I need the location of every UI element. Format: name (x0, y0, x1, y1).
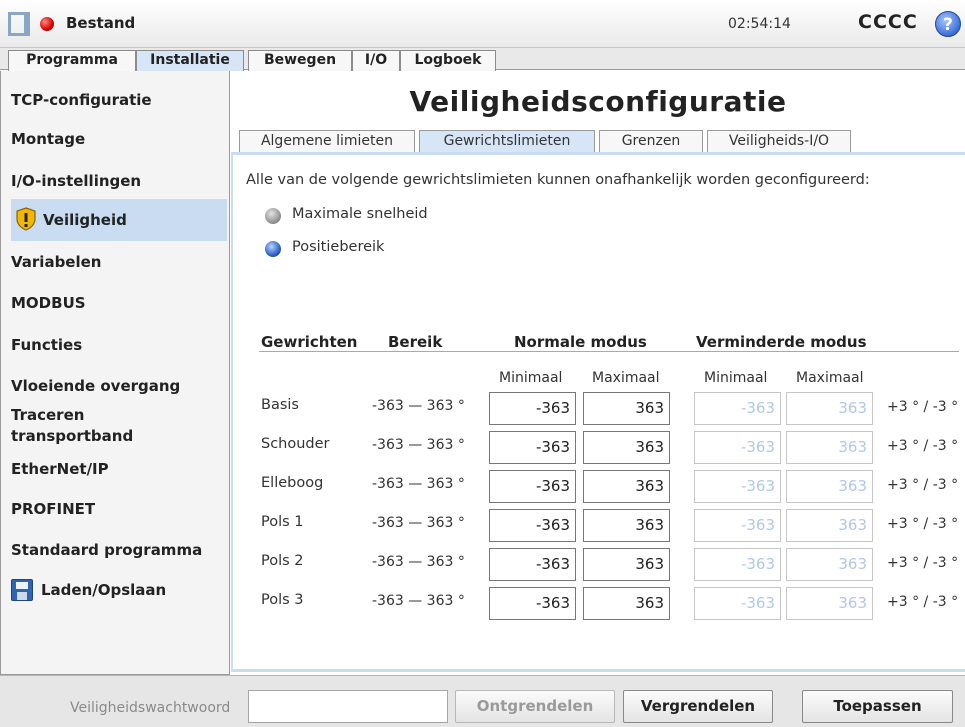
tolerance-label: +3 ° / -3 ° (887, 477, 959, 493)
joint-range: -363 — 363 ° (372, 476, 465, 492)
reduced-max-input: 363 (786, 470, 873, 503)
subheader-normal-min: Minimaal (499, 370, 563, 386)
status-dot-icon (40, 17, 54, 31)
reduced-max-input: 363 (786, 431, 873, 464)
tolerance-label: +3 ° / -3 ° (887, 594, 959, 610)
joint-label-elleboog: Elleboog (261, 475, 324, 491)
radio-label-position-range[interactable]: Positiebereik (292, 239, 384, 255)
sidebar-item-label: Veiligheid (43, 211, 127, 229)
joint-range: -363 — 363 ° (372, 515, 465, 531)
password-input[interactable] (248, 690, 448, 723)
file-name[interactable]: Bestand (66, 14, 135, 32)
subheader-normal-max: Maximaal (592, 370, 660, 386)
ur-logo (8, 12, 30, 36)
sidebar-item-profinet[interactable]: PROFINET (1, 500, 227, 518)
normal-max-input[interactable]: 363 (583, 392, 670, 425)
tab-gewrichtslimieten[interactable]: Gewrichtslimieten (419, 130, 595, 152)
tab-algemene-limieten[interactable]: Algemene limieten (239, 130, 415, 152)
subheader-reduced-min: Minimaal (704, 370, 768, 386)
page-title: Veiligheidsconfiguratie (409, 85, 787, 118)
radio-label-max-speed[interactable]: Maximale snelheid (292, 206, 428, 222)
apply-button[interactable]: Toepassen (802, 690, 953, 723)
sidebar-item-traceren-transportband[interactable]: Traceren transportband (1, 405, 141, 447)
tab-installatie[interactable]: Installatie (136, 50, 244, 71)
main-tab-bar: Programma Installatie Bewegen I/O Logboe… (0, 48, 965, 71)
normal-max-input[interactable]: 363 (583, 509, 670, 542)
joint-range: -363 — 363 ° (372, 398, 465, 414)
reduced-min-input: -363 (694, 392, 781, 425)
sidebar-item-veiligheid[interactable]: Veiligheid (11, 199, 227, 241)
clock: 02:54:14 (728, 16, 791, 32)
normal-max-input[interactable]: 363 (583, 431, 670, 464)
sidebar-item-montage[interactable]: Montage (1, 130, 227, 148)
tab-logboek[interactable]: Logboek (400, 50, 496, 71)
normal-min-input[interactable]: -363 (489, 509, 576, 542)
normal-max-input[interactable]: 363 (583, 470, 670, 503)
reduced-max-input: 363 (786, 509, 873, 542)
intro-text: Alle van de volgende gewrichtslimieten k… (246, 172, 870, 188)
column-header-normal-mode: Normale modus (514, 333, 647, 351)
reduced-min-input: -363 (694, 509, 781, 542)
sidebar-item-ethernet-ip[interactable]: EtherNet/IP (1, 460, 227, 478)
reduced-min-input: -363 (694, 470, 781, 503)
normal-max-input[interactable]: 363 (583, 548, 670, 581)
reduced-max-input: 363 (786, 392, 873, 425)
joint-range: -363 — 363 ° (372, 437, 465, 453)
tab-bewegen[interactable]: Bewegen (248, 50, 352, 71)
reduced-min-input: -363 (694, 548, 781, 581)
unlock-button[interactable]: Ontgrendelen (455, 690, 615, 723)
floppy-disk-icon (11, 579, 33, 601)
joint-range: -363 — 363 ° (372, 593, 465, 609)
sub-tab-bar: Algemene limieten Gewrichtslimieten Gren… (231, 128, 965, 152)
tolerance-label: +3 ° / -3 ° (887, 399, 959, 415)
sidebar-item-label: Laden/Opslaan (41, 581, 167, 599)
sidebar-item-vloeiende-overgang[interactable]: Vloeiende overgang (1, 377, 227, 395)
reduced-min-input: -363 (694, 431, 781, 464)
normal-min-input[interactable]: -363 (489, 431, 576, 464)
lock-button[interactable]: Vergrendelen (623, 690, 773, 723)
joint-label-basis: Basis (261, 397, 299, 413)
joint-label-pols-3: Pols 3 (261, 592, 304, 608)
column-header-reduced-mode: Verminderde modus (696, 333, 867, 351)
tolerance-label: +3 ° / -3 ° (887, 516, 959, 532)
sidebar-item-modbus[interactable]: MODBUS (1, 294, 227, 312)
sidebar-item-variabelen[interactable]: Variabelen (1, 253, 227, 271)
column-header-range: Bereik (388, 333, 443, 351)
password-label: Veiligheidswachtwoord (70, 700, 231, 716)
joint-label-pols-2: Pols 2 (261, 553, 304, 569)
radio-position-range[interactable] (265, 241, 281, 257)
joint-range: -363 — 363 ° (372, 554, 465, 570)
robot-name: CCCC (858, 11, 918, 33)
joint-label-schouder: Schouder (261, 436, 330, 452)
tolerance-label: +3 ° / -3 ° (887, 555, 959, 571)
joint-label-pols-1: Pols 1 (261, 514, 304, 530)
sidebar-item-standaard-programma[interactable]: Standaard programma (1, 541, 227, 559)
tolerance-label: +3 ° / -3 ° (887, 438, 959, 454)
normal-min-input[interactable]: -363 (489, 392, 576, 425)
sidebar-item-tcp-configuratie[interactable]: TCP-configuratie (1, 91, 227, 109)
normal-min-input[interactable]: -363 (489, 470, 576, 503)
help-icon[interactable]: ? (935, 11, 961, 37)
tab-veiligheids-io[interactable]: Veiligheids-I/O (707, 130, 851, 152)
sidebar: TCP-configuratie Montage I/O-instellinge… (0, 71, 230, 675)
reduced-min-input: -363 (694, 587, 781, 620)
subheader-reduced-max: Maximaal (796, 370, 864, 386)
header-divider (259, 351, 959, 352)
warning-shield-icon (16, 207, 36, 231)
reduced-max-input: 363 (786, 587, 873, 620)
column-header-joints: Gewrichten (261, 333, 358, 351)
normal-min-input[interactable]: -363 (489, 587, 576, 620)
sidebar-item-functies[interactable]: Functies (1, 336, 227, 354)
footer-bar: Veiligheidswachtwoord Ontgrendelen Vergr… (0, 675, 965, 727)
normal-max-input[interactable]: 363 (583, 587, 670, 620)
tab-io[interactable]: I/O (352, 50, 400, 71)
tab-programma[interactable]: Programma (8, 50, 136, 71)
sidebar-item-io-instellingen[interactable]: I/O-instellingen (1, 172, 227, 190)
tab-grenzen[interactable]: Grenzen (599, 130, 703, 152)
sidebar-item-laden-opslaan[interactable]: Laden/Opslaan (1, 573, 227, 607)
normal-min-input[interactable]: -363 (489, 548, 576, 581)
radio-max-speed[interactable] (265, 208, 281, 224)
header-bar: Bestand 02:54:14 CCCC ? (0, 0, 965, 48)
reduced-max-input: 363 (786, 548, 873, 581)
